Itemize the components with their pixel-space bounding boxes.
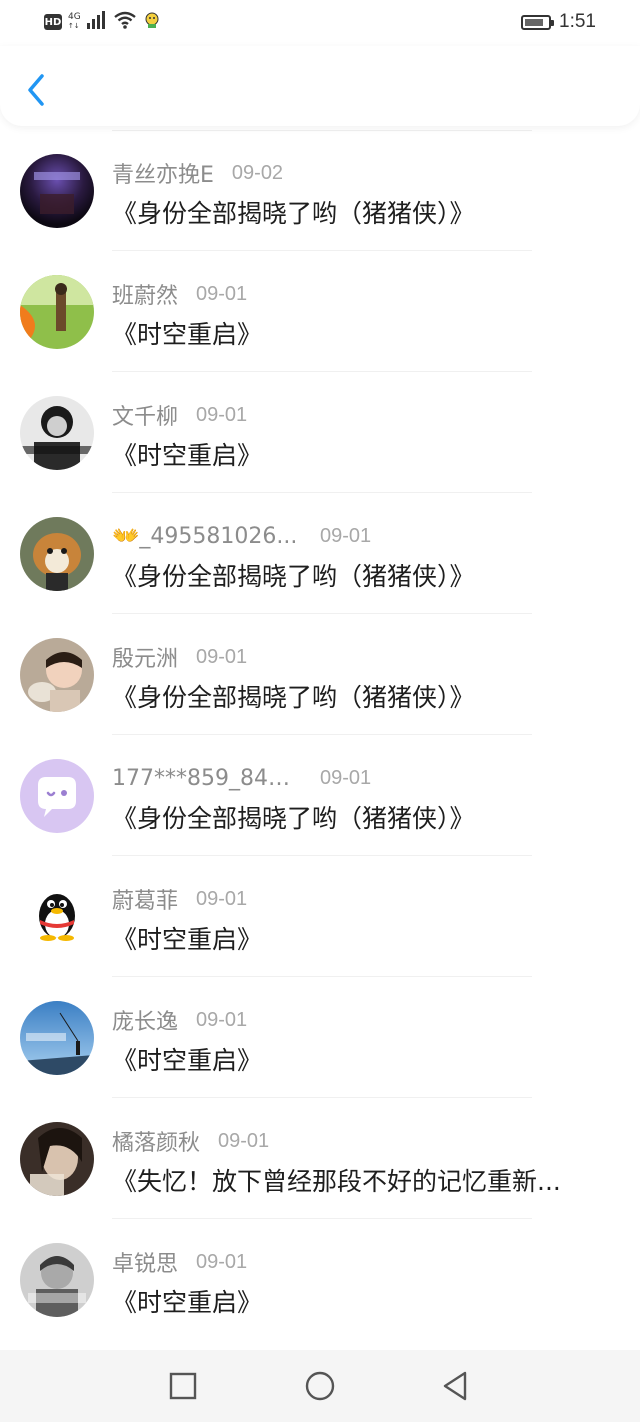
item-date: 09-02 <box>231 161 284 184</box>
screen: HD 4G ↑↓ 1:51 青丝亦挽E 09-02 《身份全部揭晓了哟（猪猪侠）… <box>0 0 640 1422</box>
item-meta: 殷元洲 09-01 <box>112 641 248 673</box>
user-name[interactable]: 蔚葛菲 <box>112 883 178 915</box>
item-date: 09-01 <box>196 887 248 910</box>
app-notification-icon <box>143 11 161 33</box>
wifi-icon <box>113 11 137 33</box>
item-title[interactable]: 《时空重启》 <box>112 1041 612 1077</box>
list-item[interactable]: 文千柳 09-01 《时空重启》 <box>0 372 640 493</box>
item-title[interactable]: 《时空重启》 <box>112 1283 612 1319</box>
list-item[interactable]: 橘落颜秋 09-01 《失忆！放下曾经那段不好的记忆重新... <box>0 1098 640 1219</box>
list-item[interactable]: 殷元洲 09-01 《身份全部揭晓了哟（猪猪侠）》 <box>0 614 640 735</box>
network-type: 4G ↑↓ <box>68 13 81 31</box>
item-title[interactable]: 《时空重启》 <box>112 436 612 472</box>
item-date: 09-01 <box>196 403 248 426</box>
user-name[interactable]: 橘落颜秋 <box>112 1125 200 1157</box>
comment-list: 青丝亦挽E 09-02 《身份全部揭晓了哟（猪猪侠）》 班蔚然 09-01 《时… <box>0 130 640 1340</box>
header <box>0 46 640 126</box>
item-title[interactable]: 《身份全部揭晓了哟（猪猪侠）》 <box>112 799 612 835</box>
item-date: 09-01 <box>320 766 372 789</box>
user-name[interactable]: 青丝亦挽E <box>112 157 214 189</box>
item-date: 09-01 <box>218 1129 270 1152</box>
item-meta: 蔚葛菲 09-01 <box>112 883 248 915</box>
item-meta: 班蔚然 09-01 <box>112 278 248 310</box>
back-button[interactable] <box>16 68 56 112</box>
avatar[interactable] <box>20 154 94 228</box>
item-date: 09-01 <box>196 1008 248 1031</box>
divider <box>112 130 532 131</box>
avatar[interactable] <box>20 275 94 349</box>
user-name[interactable]: 卓锐思 <box>112 1246 178 1278</box>
avatar[interactable] <box>20 638 94 712</box>
user-name[interactable]: 庞长逸 <box>112 1004 178 1036</box>
clock: 1:51 <box>559 11 596 32</box>
item-date: 09-01 <box>196 645 248 668</box>
navigation-bar <box>0 1350 640 1422</box>
hd-badge: HD <box>44 14 62 30</box>
list-item[interactable]: 卓锐思 09-01 《时空重启》 <box>0 1219 640 1340</box>
item-title[interactable]: 《时空重启》 <box>112 315 612 351</box>
avatar[interactable] <box>20 1122 94 1196</box>
user-name[interactable]: 文千柳 <box>112 399 178 431</box>
home-button[interactable] <box>302 1368 338 1404</box>
item-meta: 文千柳 09-01 <box>112 399 248 431</box>
network-type-label: 4G <box>68 12 81 22</box>
signal-icon <box>86 11 107 33</box>
list-item[interactable]: 👐_495581026... 09-01 《身份全部揭晓了哟（猪猪侠）》 <box>0 493 640 614</box>
avatar[interactable] <box>20 1243 94 1317</box>
item-date: 09-01 <box>196 1250 248 1273</box>
item-title[interactable]: 《身份全部揭晓了哟（猪猪侠）》 <box>112 678 612 714</box>
chevron-left-icon <box>28 74 44 106</box>
avatar[interactable] <box>20 1001 94 1075</box>
user-name[interactable]: 班蔚然 <box>112 278 178 310</box>
back-nav-button[interactable] <box>437 1368 473 1404</box>
list-item[interactable]: 蔚葛菲 09-01 《时空重启》 <box>0 856 640 977</box>
item-title[interactable]: 《失忆！放下曾经那段不好的记忆重新... <box>112 1162 602 1198</box>
status-bar: HD 4G ↑↓ 1:51 <box>0 0 640 46</box>
square-icon <box>169 1372 197 1400</box>
list-item[interactable]: 庞长逸 09-01 《时空重启》 <box>0 977 640 1098</box>
item-date: 09-01 <box>320 524 372 547</box>
item-title[interactable]: 《身份全部揭晓了哟（猪猪侠）》 <box>112 557 612 593</box>
list-item[interactable]: 177***859_847... 09-01 《身份全部揭晓了哟（猪猪侠）》 <box>0 735 640 856</box>
item-meta: 庞长逸 09-01 <box>112 1004 248 1036</box>
status-left: HD 4G ↑↓ <box>44 10 161 34</box>
item-meta: 👐_495581026... 09-01 <box>112 521 371 551</box>
avatar[interactable] <box>20 880 94 954</box>
battery-icon <box>521 14 555 30</box>
list-item[interactable]: 班蔚然 09-01 《时空重启》 <box>0 251 640 372</box>
avatar[interactable] <box>20 517 94 591</box>
item-date: 09-01 <box>196 282 248 305</box>
item-meta: 橘落颜秋 09-01 <box>112 1125 270 1157</box>
user-name[interactable]: 殷元洲 <box>112 641 178 673</box>
user-name[interactable]: 👐_495581026... <box>112 524 302 549</box>
status-right: 1:51 <box>521 10 596 34</box>
network-activity: ↑↓ <box>68 22 80 30</box>
battery-level <box>525 18 544 26</box>
avatar[interactable] <box>20 396 94 470</box>
avatar[interactable] <box>20 759 94 833</box>
item-title[interactable]: 《身份全部揭晓了哟（猪猪侠）》 <box>112 194 612 230</box>
item-title[interactable]: 《时空重启》 <box>112 920 612 956</box>
item-meta: 177***859_847... 09-01 <box>112 763 371 793</box>
recent-apps-button[interactable] <box>165 1368 201 1404</box>
item-meta: 卓锐思 09-01 <box>112 1246 248 1278</box>
list-item[interactable]: 青丝亦挽E 09-02 《身份全部揭晓了哟（猪猪侠）》 <box>0 130 640 251</box>
triangle-back-icon <box>443 1371 467 1401</box>
user-name[interactable]: 177***859_847... <box>112 766 302 791</box>
item-meta: 青丝亦挽E 09-02 <box>112 157 284 189</box>
circle-icon <box>305 1371 335 1401</box>
